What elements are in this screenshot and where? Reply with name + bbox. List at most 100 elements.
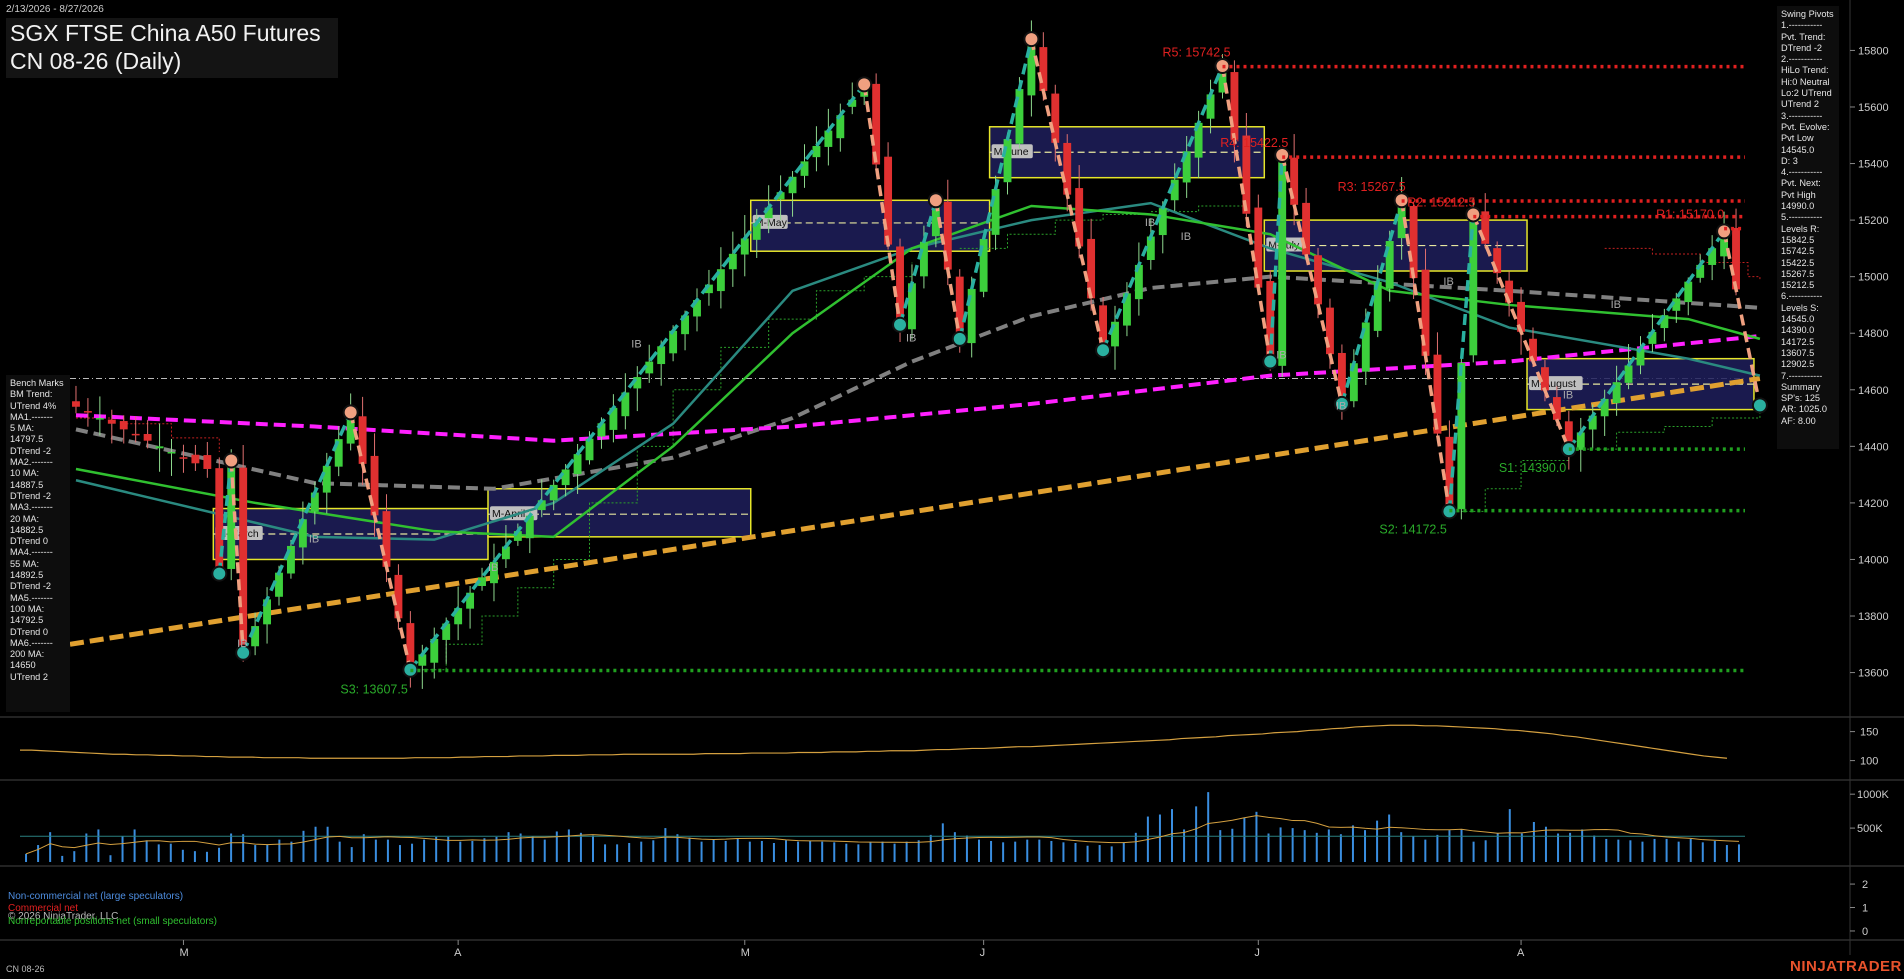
candle-body: [585, 438, 594, 461]
candle-body: [155, 446, 164, 449]
panel-line: DTrend -2: [10, 445, 52, 456]
resistance-label: R4: 15422.5: [1220, 136, 1288, 150]
price-axis-label: 14800: [1858, 328, 1889, 340]
panel-line: SP's: 125: [1781, 393, 1821, 404]
chart-title-box: SGX FTSE China A50 Futures CN 08-26 (Dai…: [6, 18, 338, 78]
date-range: 2/13/2026 - 8/27/2026: [6, 4, 104, 15]
panel-line: 14797.5: [10, 434, 44, 445]
pivot-high-dot: [927, 192, 944, 209]
time-axis-label: A: [454, 947, 462, 959]
candle-body: [884, 156, 893, 245]
panel-line: 100 MA:: [10, 603, 45, 614]
price-axis-label: 15600: [1858, 102, 1889, 114]
time-axis-label: J: [980, 947, 986, 959]
panel-line: DTrend 0: [10, 536, 48, 547]
legend-nonreportable: Nonreportable positions net (small specu…: [8, 916, 217, 927]
candle-body: [1409, 205, 1418, 279]
candle-body: [669, 330, 678, 354]
ib-label: IB: [1181, 231, 1191, 243]
price-axis-label: 13600: [1858, 668, 1889, 680]
price-chart[interactable]: 13600 13800 14000 14200 14400 14600 14800 15000…: [0, 0, 1904, 979]
price-axis-label: 15800: [1858, 45, 1889, 57]
panel-line: Pvt. Evolve:: [1781, 121, 1830, 132]
candle-body: [203, 455, 212, 469]
candle-body: [1684, 281, 1693, 303]
candle-body: [1039, 47, 1048, 91]
price-axis-label: 13800: [1858, 611, 1889, 623]
panel-line: Pvt. Trend:: [1781, 31, 1826, 42]
panel-line: Levels R:: [1781, 223, 1820, 234]
ma100-line: [75, 334, 1761, 443]
time-axis-label: J: [1254, 947, 1260, 959]
panel-line: 5 MA:: [10, 423, 34, 434]
candle-body: [728, 253, 737, 270]
ib-label: IB: [488, 562, 498, 574]
pivot-low-dot: [892, 316, 909, 333]
panel-line: UTrend 2: [1781, 99, 1819, 110]
candle-body: [107, 419, 116, 424]
ib-label: IB: [906, 333, 916, 345]
panel-line: 14892.5: [10, 570, 44, 581]
candle-body: [72, 401, 80, 407]
candle-body: [83, 411, 92, 413]
candle-body: [143, 434, 152, 441]
panel-line: 1.-----------: [1781, 20, 1823, 31]
indicator-axis-label: 150: [1860, 727, 1878, 739]
panel-line: Pvt High: [1781, 189, 1816, 200]
candle-body: [919, 241, 928, 277]
trailing-stop-line: [959, 191, 1247, 249]
price-axis-label: 14000: [1858, 554, 1889, 566]
candle-body: [382, 511, 391, 567]
candle-body: [1063, 142, 1072, 195]
candle-body: [275, 572, 283, 597]
candle-body: [179, 457, 188, 459]
panel-line: DTrend 0: [10, 626, 48, 637]
panel-line: 15212.5: [1781, 280, 1815, 291]
panel-line: 14172.5: [1781, 336, 1815, 347]
candle-body: [119, 421, 128, 430]
panel-line: 15422.5: [1781, 257, 1815, 268]
resistance-label: R5: 15742.5: [1162, 46, 1230, 60]
candle-body: [215, 468, 224, 574]
panel-line: Pvt. Next:: [1781, 178, 1821, 189]
ma55-line: [75, 274, 1761, 491]
candle-body: [167, 451, 176, 454]
panel-line: MA6.-------: [10, 637, 53, 648]
pivot-high-dot: [342, 404, 359, 421]
panel-line: Pvt Low: [1781, 133, 1814, 144]
panel-line: 14792.5: [10, 615, 44, 626]
panel-line: 15842.5: [1781, 234, 1815, 245]
cot-axis-label: 0: [1862, 926, 1868, 938]
ib-label: IB: [1611, 299, 1621, 311]
indicator-line: [20, 724, 1728, 759]
pivot-high-dot: [1023, 31, 1040, 48]
panel-line: 15742.5: [1781, 246, 1815, 257]
candle-body: [657, 346, 666, 365]
panel-line: HiLo Trend:: [1781, 65, 1829, 76]
panel-line: Levels S:: [1781, 302, 1819, 313]
panel-line: 20 MA:: [10, 513, 40, 524]
swing-pivots-panel: Swing Pivots 1.----------- Pvt. Trend: DTre…: [1777, 6, 1839, 449]
price-axis-label: 15000: [1858, 272, 1889, 284]
pivot-low-dot: [1751, 397, 1768, 414]
candle-body: [239, 467, 248, 653]
panel-line: DTrend -2: [10, 581, 52, 592]
ib-label: IB: [1276, 350, 1286, 362]
chart-subtitle: CN 08-26 (Daily): [10, 48, 182, 74]
pivot-low-dot: [1262, 353, 1279, 370]
panel-line: 2.-----------: [1781, 54, 1823, 65]
candle-body: [191, 454, 200, 464]
panel-line: 14545.0: [1781, 144, 1815, 155]
candle-body: [740, 238, 749, 255]
panel-line: MA1.-------: [10, 411, 53, 422]
panel-line: MA2.-------: [10, 457, 53, 468]
panel-line: 15267.5: [1781, 268, 1815, 279]
pivot-low-dot: [211, 565, 228, 582]
pivot-high-dot: [1716, 223, 1733, 240]
candle-body: [1624, 365, 1633, 383]
panel-line: Lo:2 UTrend: [1781, 88, 1832, 99]
panel-line: 14390.0: [1781, 325, 1815, 336]
cot-axis-label: 1: [1862, 903, 1868, 915]
ib-label: IB: [1145, 217, 1155, 229]
panel-line: AR: 1025.0: [1781, 404, 1827, 415]
